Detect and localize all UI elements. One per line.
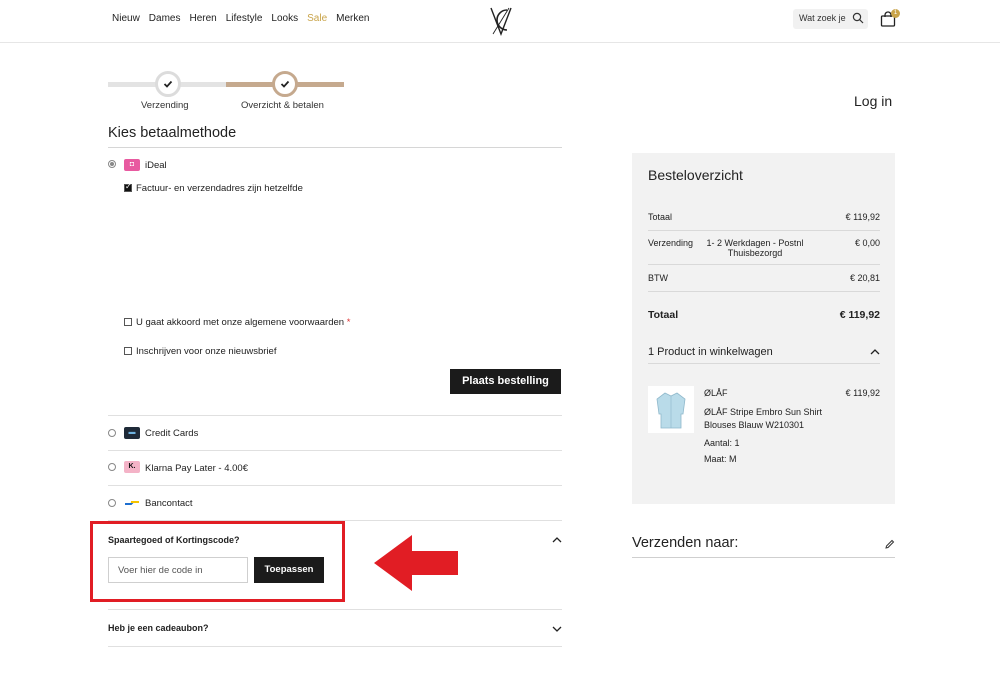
- product-image[interactable]: [648, 386, 694, 433]
- terms-label[interactable]: U gaat akkoord met onze algemene voorwaa…: [136, 317, 350, 328]
- search-placeholder: Wat zoek je: [799, 13, 846, 23]
- ideal-label[interactable]: iDeal: [145, 160, 167, 171]
- divider: [108, 485, 562, 486]
- credit-cards-label[interactable]: Credit Cards: [145, 428, 198, 439]
- summary-title: Besteloverzicht: [648, 167, 743, 183]
- klarna-icon: K.: [124, 461, 140, 473]
- shipping-label: Verzending: [648, 238, 694, 248]
- nav-nieuw[interactable]: Nieuw: [112, 13, 140, 24]
- order-summary-panel: [632, 153, 895, 504]
- product-name-line2: Blouses Blauw W210301: [704, 420, 805, 430]
- main-nav: Nieuw Dames Heren Lifestyle Looks Sale M…: [112, 13, 378, 24]
- nav-heren[interactable]: Heren: [189, 13, 216, 24]
- shipping-value: € 0,00: [854, 238, 880, 248]
- red-arrow-annotation: [374, 535, 458, 591]
- giftcard-title[interactable]: Heb je een cadeaubon?: [108, 623, 209, 633]
- product-name[interactable]: ØLÅF Stripe Embro Sun Shirt Blouses Blau…: [704, 406, 822, 432]
- coupon-code-input[interactable]: Voer hier de code in: [108, 557, 248, 583]
- subtotal-label: Totaal: [648, 212, 673, 222]
- bancontact-label[interactable]: Bancontact: [145, 498, 193, 509]
- step-1-label[interactable]: Verzending: [141, 100, 189, 111]
- chevron-up-icon[interactable]: [552, 535, 562, 545]
- nav-sale[interactable]: Sale: [307, 13, 327, 24]
- total-label: Totaal: [648, 309, 679, 321]
- chevron-up-icon[interactable]: [870, 347, 880, 357]
- cart-count-badge: 1: [891, 9, 900, 18]
- same-address-label[interactable]: Factuur- en verzendadres zijn hetzelfde: [136, 183, 303, 194]
- total-value: € 119,92: [839, 309, 880, 321]
- divider: [648, 264, 880, 265]
- tax-label: BTW: [648, 273, 668, 283]
- nav-looks[interactable]: Looks: [271, 13, 298, 24]
- brand-logo[interactable]: [487, 4, 515, 36]
- site-header: Nieuw Dames Heren Lifestyle Looks Sale M…: [0, 0, 1000, 43]
- coupon-title[interactable]: Spaartegoed of Kortingscode?: [108, 535, 240, 545]
- divider: [648, 291, 880, 292]
- radio-ideal[interactable]: [108, 160, 116, 168]
- place-order-button[interactable]: Plaats bestelling: [450, 369, 561, 394]
- coupon-placeholder: Voer hier de code in: [118, 565, 203, 576]
- step-2-label: Overzicht & betalen: [241, 100, 324, 111]
- shipping-method: 1- 2 Werkdagen - Postnl Thuisbezorgd: [699, 238, 811, 258]
- chevron-down-icon[interactable]: [552, 624, 562, 634]
- radio-klarna[interactable]: [108, 463, 116, 471]
- newsletter-label[interactable]: Inschrijven voor onze nieuwsbrief: [136, 346, 276, 357]
- login-link[interactable]: Log in: [854, 93, 892, 109]
- shipping-method-line2: Thuisbezorgd: [727, 248, 783, 258]
- apply-coupon-button[interactable]: Toepassen: [254, 557, 324, 583]
- divider: [108, 609, 562, 610]
- ideal-icon: ◘: [124, 159, 140, 171]
- step-1-marker[interactable]: [155, 71, 181, 97]
- divider: [632, 557, 895, 558]
- nav-dames[interactable]: Dames: [149, 13, 181, 24]
- checkmark-icon: [280, 80, 290, 88]
- radio-credit-cards[interactable]: [108, 429, 116, 437]
- product-price: € 119,92: [845, 388, 880, 398]
- nav-lifestyle[interactable]: Lifestyle: [226, 13, 263, 24]
- checkmark-icon: [163, 80, 173, 88]
- shipping-method-line1: 1- 2 Werkdagen - Postnl: [706, 238, 804, 248]
- divider: [108, 147, 562, 148]
- product-size: Maat: M: [704, 454, 737, 464]
- required-marker: *: [346, 317, 351, 328]
- radio-bancontact[interactable]: [108, 499, 116, 507]
- product-brand: ØLÅF: [704, 388, 728, 398]
- divider: [108, 415, 562, 416]
- klarna-label[interactable]: Klarna Pay Later - 4.00€: [145, 463, 248, 474]
- payment-title: Kies betaalmethode: [108, 125, 237, 141]
- tax-value: € 20,81: [849, 273, 880, 283]
- bancontact-icon: [125, 501, 139, 505]
- product-quantity: Aantal: 1: [704, 438, 740, 448]
- search-icon[interactable]: [852, 12, 864, 24]
- step-2-marker: [272, 71, 298, 97]
- shirt-icon: [656, 392, 686, 428]
- edit-pencil-icon[interactable]: [884, 539, 895, 550]
- search-box[interactable]: Wat zoek je: [793, 9, 868, 29]
- terms-checkbox[interactable]: [124, 318, 132, 326]
- nav-merken[interactable]: Merken: [336, 13, 369, 24]
- subtotal-value: € 119,92: [845, 212, 880, 222]
- divider: [108, 450, 562, 451]
- newsletter-checkbox[interactable]: [124, 347, 132, 355]
- credit-card-icon: ▬: [124, 427, 140, 439]
- cart-heading[interactable]: 1 Product in winkelwagen: [648, 346, 773, 358]
- terms-text: U gaat akkoord met onze algemene voorwaa…: [136, 317, 345, 328]
- ship-to-title: Verzenden naar:: [632, 535, 739, 551]
- same-address-checkbox[interactable]: [124, 182, 132, 192]
- divider: [648, 363, 880, 364]
- product-name-line1: ØLÅF Stripe Embro Sun Shirt: [704, 407, 823, 417]
- divider: [108, 646, 562, 647]
- divider: [648, 230, 880, 231]
